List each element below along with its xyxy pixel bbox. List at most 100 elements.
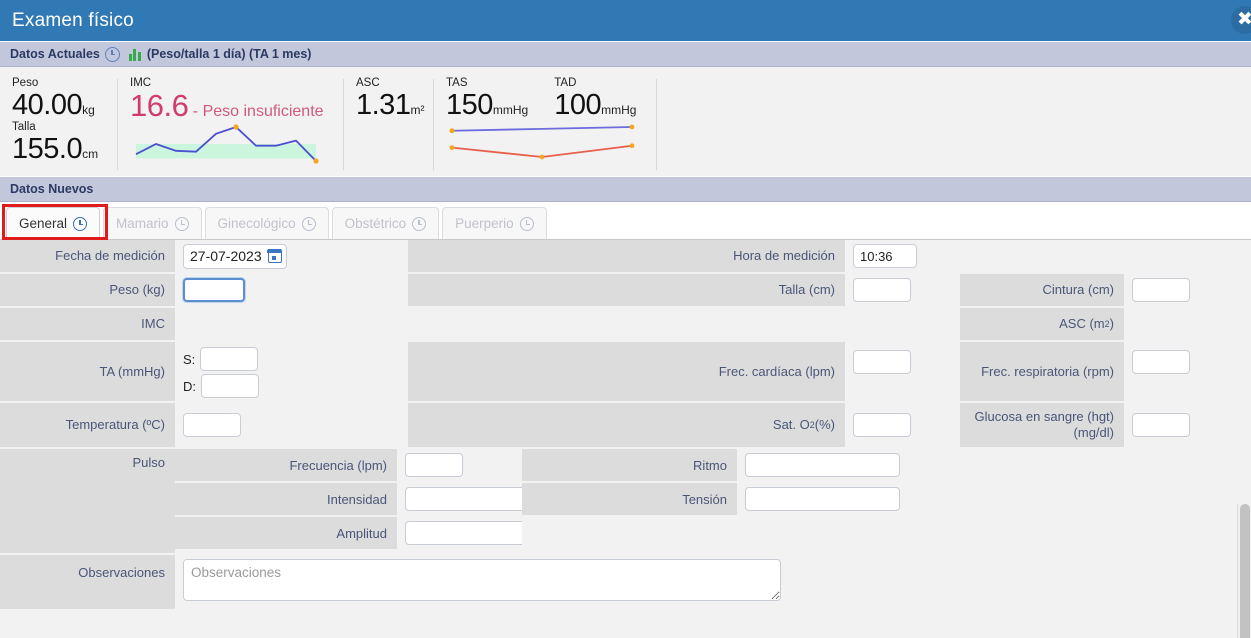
current-data-periods: (Peso/talla 1 día) (TA 1 mes) <box>146 47 312 61</box>
fecha-label: Fecha de medición <box>0 240 175 272</box>
tension-field[interactable] <box>737 483 1251 515</box>
ta-sistolica-label: S: <box>183 351 196 367</box>
ta-label: TA (mmHg) <box>0 342 175 401</box>
window-titlebar: Examen físico ✖ <box>0 0 1251 41</box>
tad-value: 100 <box>554 89 602 121</box>
cintura-field[interactable] <box>1124 274 1251 306</box>
frec-cardiaca-label: Frec. cardíaca (lpm) <box>408 342 845 401</box>
metric-blood-pressure: TAS 150mmHg TAD 100mmHg <box>434 73 657 176</box>
glucosa-field[interactable] <box>1124 403 1251 447</box>
clock-icon[interactable] <box>301 216 316 231</box>
fecha-field[interactable]: 27-07-2023 <box>175 240 408 272</box>
asc-label-close: ) <box>1109 316 1114 331</box>
hora-input[interactable] <box>853 244 917 268</box>
clock-icon[interactable] <box>104 46 120 62</box>
date-input-wrapper[interactable]: 27-07-2023 <box>183 243 287 269</box>
tab-obstetrico[interactable]: Obstétrico <box>331 207 440 239</box>
tab-mamario[interactable]: Mamario <box>103 207 202 239</box>
intensidad-label: Intensidad <box>175 483 397 515</box>
peso-field[interactable] <box>175 274 408 306</box>
amplitud-field[interactable] <box>397 517 559 549</box>
tab-general[interactable]: General <box>6 207 101 239</box>
blood-pressure-sparkline-svg <box>449 124 635 160</box>
tab-puerperio-label: Puerperio <box>455 216 514 231</box>
tab-ginecologico-label: Ginecológico <box>217 216 296 231</box>
sat-o2-field[interactable] <box>845 403 960 447</box>
clock-icon[interactable] <box>174 216 189 231</box>
observaciones-field[interactable] <box>175 555 1251 609</box>
ta-diastolica-label: D: <box>183 378 196 394</box>
tab-obstetrico-label: Obstétrico <box>344 216 407 231</box>
frec-respiratoria-field[interactable] <box>1124 342 1251 401</box>
pulso-row-frecuencia-ritmo: Frecuencia (lpm) Ritmo <box>175 449 1251 481</box>
frecuencia-input[interactable] <box>405 453 463 477</box>
form-row-peso-talla-cintura: Peso (kg) Talla (cm) Cintura (cm) <box>0 274 1251 306</box>
tab-general-label: General <box>19 216 68 231</box>
metrics-panel-spacer <box>657 73 1251 176</box>
date-value: 27-07-2023 <box>190 248 262 264</box>
scrollbar-thumb[interactable] <box>1240 504 1250 638</box>
tab-puerperio[interactable]: Puerperio <box>442 207 547 239</box>
talla-input[interactable] <box>853 278 911 302</box>
talla-value: 155.0 <box>12 133 83 165</box>
current-data-section-header: Datos Actuales (Peso/talla 1 día) (TA 1 … <box>0 41 1251 67</box>
metric-tad: TAD 100mmHg <box>554 77 636 121</box>
talla-field-label: Talla (cm) <box>408 274 845 306</box>
glucosa-label: Glucosa en sangre (hgt) (mg/dl) <box>960 403 1124 447</box>
observaciones-textarea[interactable] <box>183 559 781 601</box>
sat-o2-input[interactable] <box>853 413 911 437</box>
tas-value: 150 <box>446 89 493 121</box>
ritmo-label: Ritmo <box>522 449 737 481</box>
form-row-observaciones: Observaciones <box>0 555 1251 609</box>
metric-tas: TAS 150mmHg <box>446 77 528 121</box>
ta-fields[interactable]: S: D: <box>175 342 408 401</box>
glucosa-input[interactable] <box>1132 413 1190 437</box>
ritmo-field[interactable] <box>737 449 1251 481</box>
vertical-scrollbar[interactable] <box>1237 504 1251 638</box>
new-data-label: Datos Nuevos <box>10 182 94 196</box>
tabs-bar: General Mamario Ginecológico Obstétrico … <box>0 202 1251 240</box>
pulso-row-amplitud: Amplitud <box>175 517 1251 549</box>
frec-cardiaca-input[interactable] <box>853 350 911 374</box>
metric-imc: IMC 16.6 - Peso insuficiente <box>118 73 344 176</box>
hora-field[interactable] <box>845 240 1251 272</box>
form-row-pulso: Pulso Frecuencia (lpm) Ritmo Intensidad … <box>0 449 1251 553</box>
tab-ginecologico[interactable]: Ginecológico <box>204 207 329 239</box>
tension-input[interactable] <box>745 487 900 511</box>
clock-icon[interactable] <box>73 216 88 231</box>
cintura-input[interactable] <box>1132 278 1190 302</box>
clock-icon[interactable] <box>412 216 427 231</box>
current-metrics-panel: Peso 40.00kg Talla 155.0cm IMC 16.6 - Pe… <box>0 67 1251 176</box>
sat-o2-label-text: Sat. O <box>772 417 810 432</box>
ta-sistolica-input[interactable] <box>200 347 259 371</box>
imc-description: - Peso insuficiente <box>192 103 324 120</box>
blood-pressure-sparkline-chart <box>446 121 645 168</box>
imc-row-spacer <box>408 308 960 340</box>
asc-value: 1.31 <box>356 89 411 121</box>
peso-value: 40.00 <box>12 89 83 121</box>
clock-icon[interactable] <box>519 216 534 231</box>
general-form: Fecha de medición 27-07-2023 Hora de med… <box>0 240 1251 638</box>
peso-input[interactable] <box>183 278 245 302</box>
window-title: Examen físico <box>12 9 134 31</box>
metric-asc: ASC 1.31m² <box>344 73 434 176</box>
imc-sparkline-svg <box>135 124 319 164</box>
frecuencia-field[interactable] <box>397 449 522 481</box>
ritmo-input[interactable] <box>745 453 900 477</box>
frec-cardiaca-field[interactable] <box>845 342 960 401</box>
temperatura-field[interactable] <box>175 403 408 447</box>
temperatura-input[interactable] <box>183 413 241 437</box>
pulso-row-intensidad-tension: Intensidad Tensión <box>175 483 1251 515</box>
bar-chart-icon[interactable] <box>128 48 141 61</box>
peso-field-label: Peso (kg) <box>0 274 175 306</box>
tab-mamario-label: Mamario <box>116 216 169 231</box>
asc-label-text: ASC (m <box>1059 316 1105 331</box>
calendar-icon[interactable] <box>267 249 283 263</box>
ta-diastolica-input[interactable] <box>201 374 259 398</box>
close-icon[interactable]: ✖ <box>1231 6 1251 34</box>
talla-field[interactable] <box>845 274 960 306</box>
intensidad-field[interactable] <box>397 483 559 515</box>
frec-respiratoria-input[interactable] <box>1132 350 1190 374</box>
peso-unit: kg <box>82 103 95 117</box>
tas-unit: mmHg <box>492 103 529 117</box>
